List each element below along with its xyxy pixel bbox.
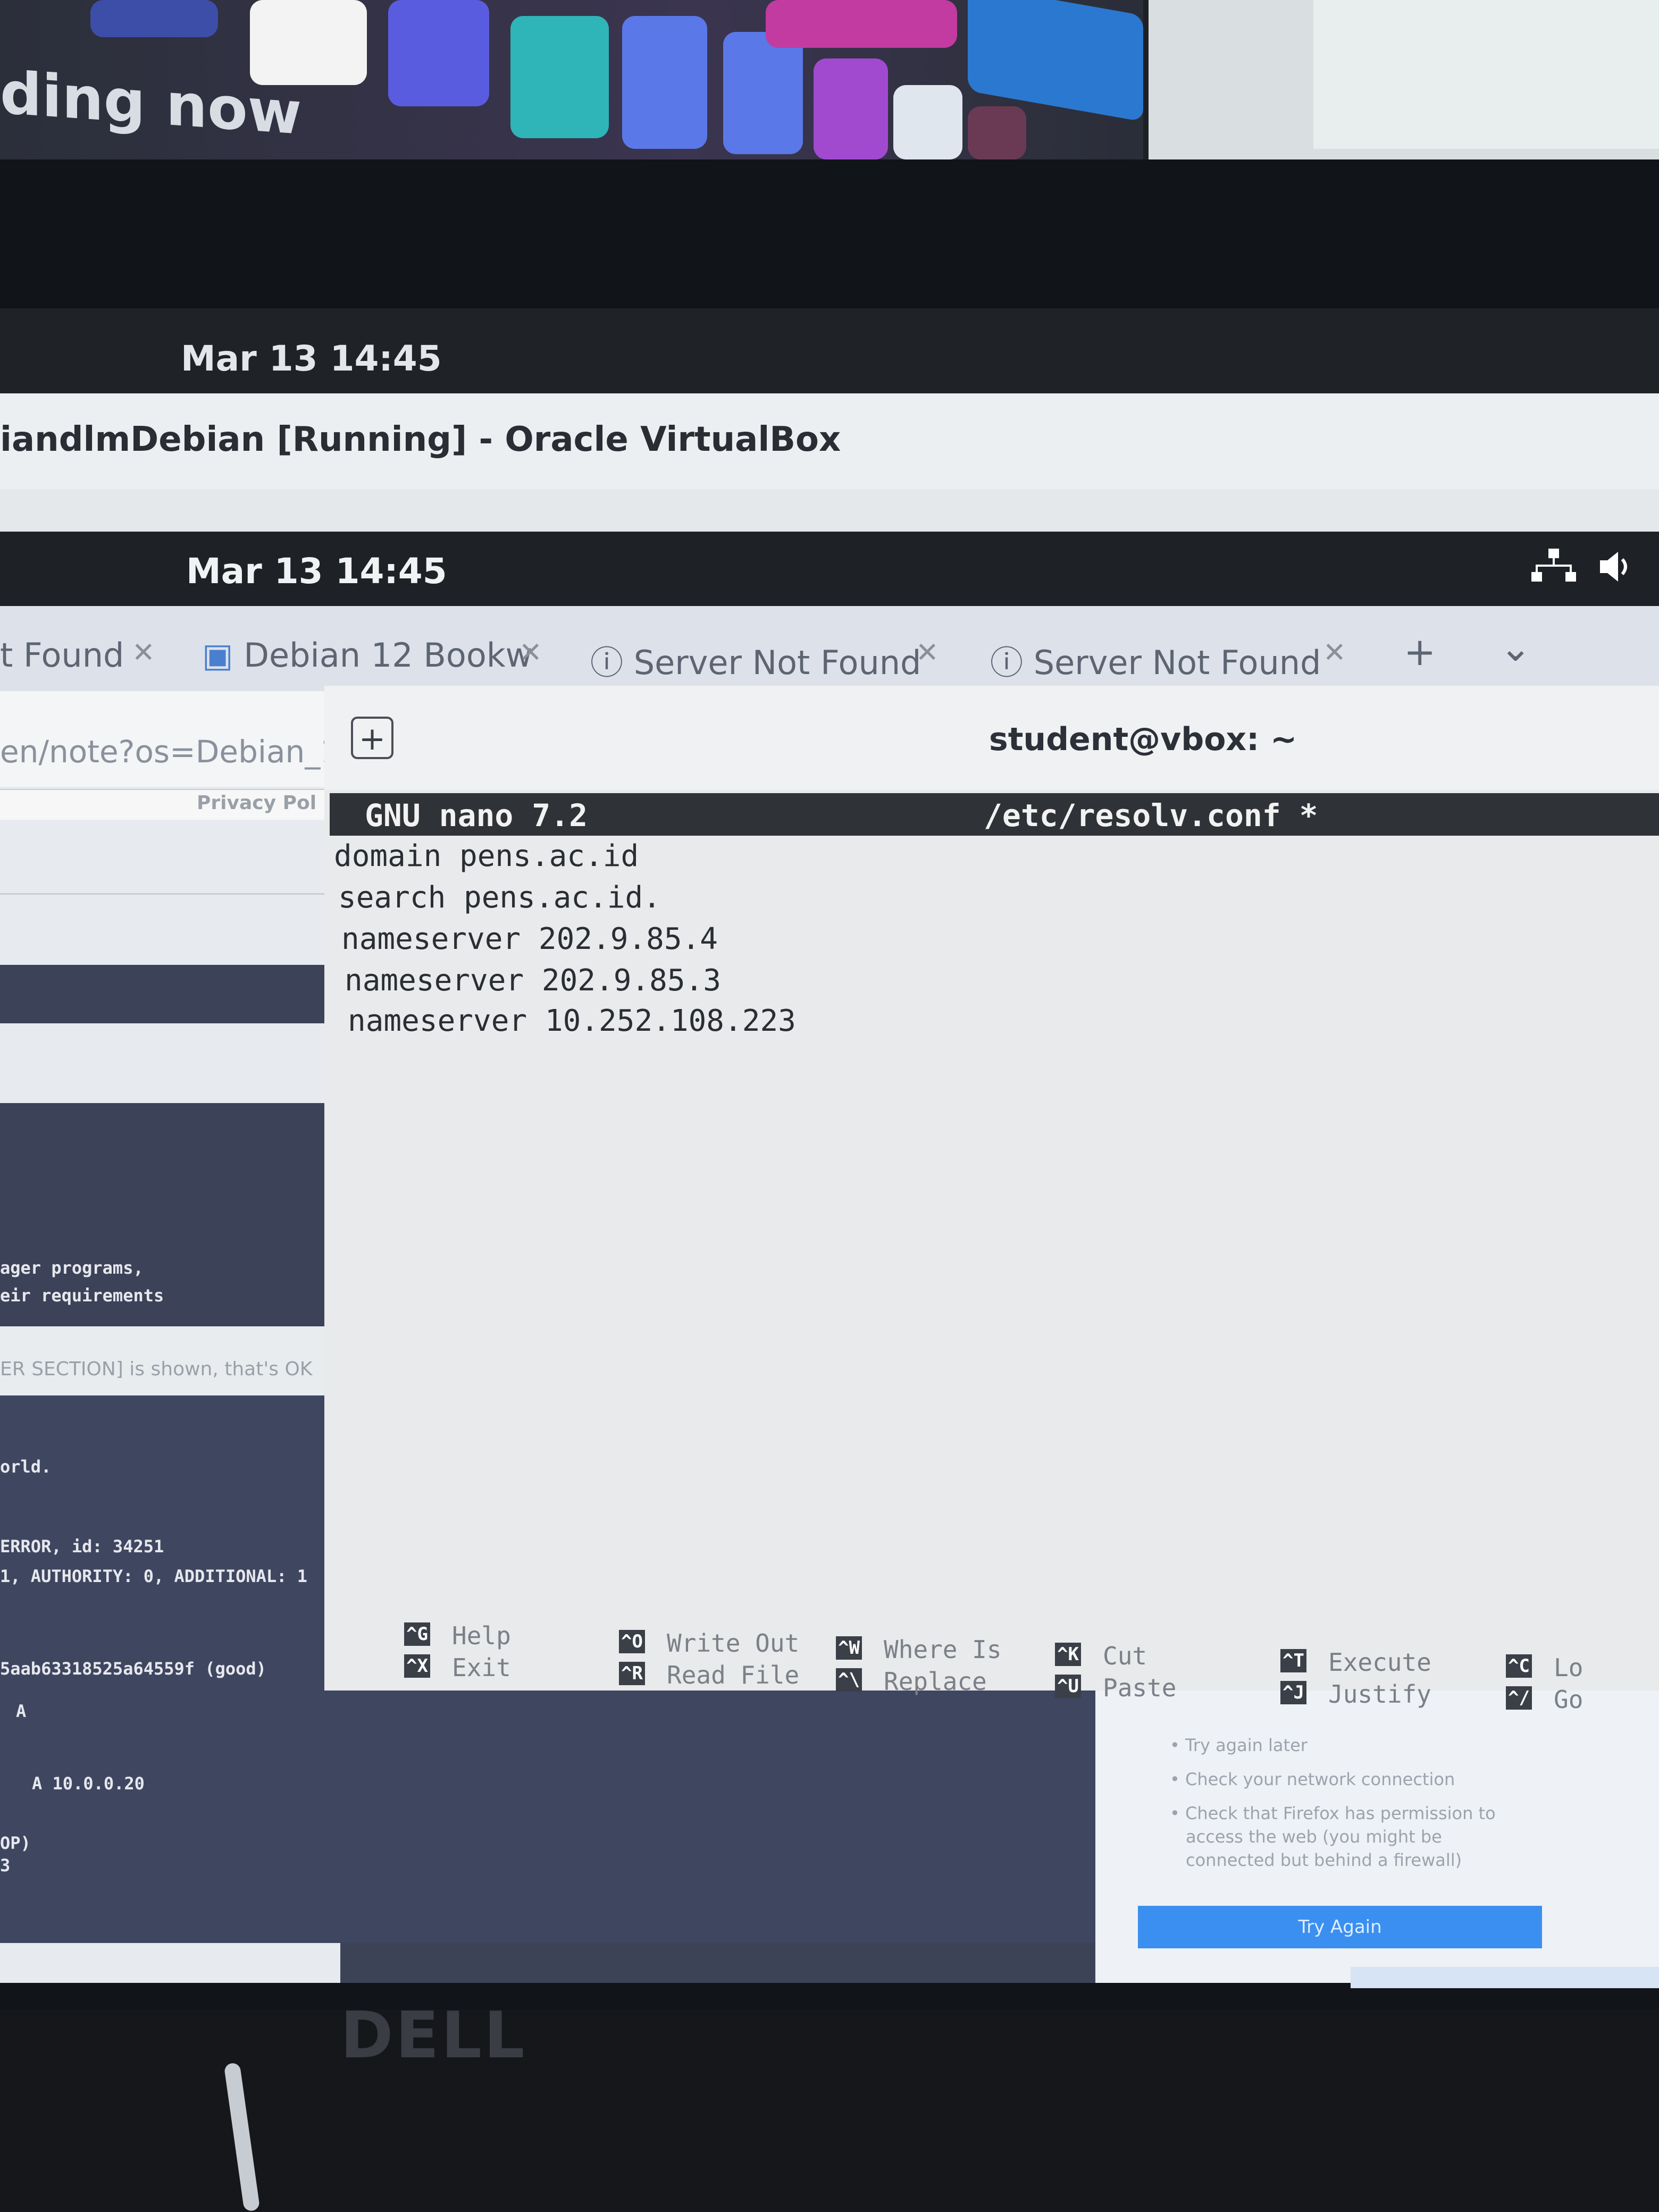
shortcut-execute[interactable]: Execute [1328, 1648, 1431, 1677]
tv-right-wall [1313, 0, 1659, 149]
tab-not-found[interactable]: t Found [0, 636, 124, 675]
vm-clock[interactable]: Mar 13 14:45 [186, 551, 447, 592]
tab-label: Server Not Found [633, 643, 921, 682]
try-again-button[interactable]: Try Again [1138, 1906, 1542, 1948]
shortcut-paste[interactable]: Paste [1103, 1673, 1176, 1702]
tv-app-tile [622, 16, 707, 149]
shortcut-key: ^O [619, 1630, 645, 1653]
error-hint: • Check your network connection [1170, 1769, 1455, 1789]
host-taskbar-icons [1351, 1967, 1659, 1988]
tab-label: t Found [0, 636, 124, 675]
error-hint: • Check that Firefox has permission to [1170, 1803, 1496, 1823]
code-line: OP) [0, 1833, 31, 1853]
close-icon[interactable]: ✕ [916, 637, 939, 669]
tab-server-not-found-2[interactable]: ⓘ Server Not Found [990, 636, 1321, 684]
editor-line[interactable]: nameserver 202.9.85.3 [345, 963, 721, 998]
shortcut-where-is[interactable]: Where Is [884, 1635, 1002, 1664]
code-line: 5aab63318525a64559f (good) [0, 1659, 266, 1679]
code-line: orld. [0, 1457, 52, 1477]
tab-label: Server Not Found [1033, 643, 1321, 682]
nano-version: GNU nano 7.2 [365, 797, 588, 834]
close-icon[interactable]: ✕ [1323, 637, 1346, 669]
terminal-window[interactable] [324, 686, 1659, 1690]
editor-line[interactable]: domain pens.ac.id [334, 839, 639, 873]
volume-icon[interactable] [1598, 548, 1635, 595]
code-line: A [16, 1701, 27, 1721]
shortcut-key: ^R [619, 1662, 645, 1685]
shortcut-key: ^W [836, 1636, 862, 1660]
tv-app-tile [250, 0, 367, 85]
close-icon[interactable]: ✕ [519, 637, 542, 669]
new-tab-button[interactable]: + [1404, 629, 1436, 674]
nano-file-name: /etc/resolv.conf * [984, 797, 1318, 834]
editor-line[interactable]: nameserver 202.9.85.4 [341, 922, 718, 956]
tv-app-tile [510, 16, 609, 138]
virtualbox-menubar [0, 489, 1659, 532]
shortcut-cut[interactable]: Cut [1103, 1642, 1147, 1670]
code-line: eir requirements [0, 1285, 164, 1306]
dell-logo: DELL [340, 1999, 527, 2073]
note-text: ER SECTION] is shown, that's OK [0, 1358, 313, 1380]
code-line: ERROR, id: 34251 [0, 1536, 164, 1557]
tv-app-tile [968, 0, 1143, 122]
new-terminal-tab-icon[interactable]: + [351, 717, 393, 759]
error-hint-text: Check your network connection [1185, 1769, 1455, 1789]
shortcut-key: ^/ [1506, 1686, 1532, 1710]
network-icon[interactable] [1531, 548, 1576, 595]
error-hint: • Try again later [1170, 1735, 1308, 1755]
editor-line[interactable]: search pens.ac.id. [338, 880, 661, 915]
info-icon: ⓘ [990, 643, 1034, 682]
tv-app-tile [723, 32, 803, 154]
url-bar[interactable]: en/note?os=Debian_12 [0, 734, 359, 770]
shortcut-key: ^K [1055, 1643, 1081, 1666]
host-clock[interactable]: Mar 13 14:45 [181, 338, 442, 379]
tab-server-not-found[interactable]: ⓘ Server Not Found [590, 636, 921, 684]
info-icon: ⓘ [590, 643, 634, 682]
shortcut-help[interactable]: Help [452, 1621, 511, 1650]
shortcut-key: ^J [1280, 1681, 1306, 1704]
tab-label: Debian 12 Bookw [244, 636, 533, 675]
shortcut-justify[interactable]: Justify [1328, 1680, 1431, 1709]
code-line: 3 [0, 1855, 11, 1875]
error-hint-cont: connected but behind a firewall) [1186, 1850, 1462, 1870]
window-title: iandlmDebian [Running] - Oracle VirtualB… [0, 420, 841, 459]
shortcut-location[interactable]: Lo [1554, 1653, 1583, 1682]
close-icon[interactable]: ✕ [132, 637, 155, 669]
debian-favicon-icon: ▣ [202, 636, 244, 675]
error-hint-cont: access the web (you might be [1186, 1827, 1442, 1847]
code-line: ager programs, [0, 1258, 144, 1278]
shortcut-key: ^G [404, 1622, 430, 1646]
shortcut-key: ^\ [836, 1668, 862, 1692]
divider [0, 893, 340, 895]
shortcut-key: ^C [1506, 1654, 1532, 1678]
terminal-title: student@vbox: ~ [989, 721, 1297, 758]
shortcut-key: ^X [404, 1654, 430, 1678]
code-line: 1, AUTHORITY: 0, ADDITIONAL: 1 [0, 1566, 307, 1586]
shortcut-exit[interactable]: Exit [452, 1653, 511, 1682]
tv-app-tile [766, 0, 957, 48]
code-block [0, 965, 340, 1023]
tv-app-tile [893, 85, 962, 159]
error-hint-text: Check that Firefox has permission to [1185, 1803, 1496, 1823]
shortcut-write-out[interactable]: Write Out [667, 1629, 799, 1658]
shortcut-key: ^U [1055, 1675, 1081, 1698]
tab-list-button[interactable]: ⌄ [1499, 625, 1531, 670]
editor-line[interactable]: nameserver 10.252.108.223 [348, 1004, 796, 1038]
shortcut-go-to-line[interactable]: Go [1554, 1685, 1583, 1714]
code-line: A 10.0.0.20 [32, 1773, 145, 1794]
tv-app-tile [814, 58, 888, 159]
tv-app-tile [90, 0, 218, 37]
tv-app-tile [968, 106, 1026, 159]
privacy-link[interactable]: Privacy Pol [197, 792, 316, 814]
tab-debian[interactable]: ▣ Debian 12 Bookw [202, 636, 532, 675]
shortcut-read-file[interactable]: Read File [667, 1661, 799, 1689]
shortcut-replace[interactable]: Replace [884, 1667, 987, 1696]
shortcut-key: ^T [1280, 1649, 1306, 1672]
tv-app-tile [388, 0, 489, 106]
error-hint-text: Try again later [1185, 1735, 1308, 1755]
